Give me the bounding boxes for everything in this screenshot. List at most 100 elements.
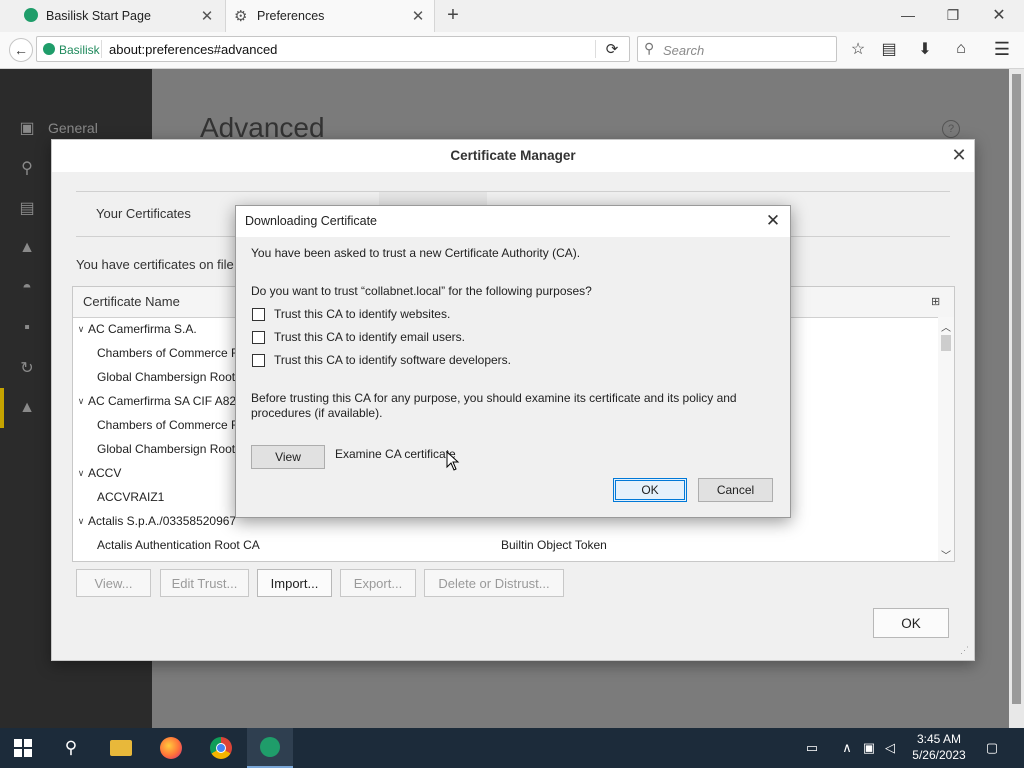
close-icon[interactable]: ✕ (950, 145, 968, 165)
downloads-icon[interactable]: ⬇ (914, 38, 936, 60)
chevron-down-icon[interactable]: ∨ (75, 324, 87, 335)
lock-icon: ▪ (24, 319, 30, 336)
reload-icon[interactable]: ⟳ (601, 38, 623, 60)
rocket-icon: ▲ (19, 239, 35, 256)
row-name: Actalis S.p.A./03358520967 (88, 514, 237, 528)
checkbox-box[interactable] (252, 330, 265, 344)
trust-software-checkbox[interactable]: Trust this CA to identify software devel… (252, 352, 511, 368)
arrow-left-icon: ← (14, 42, 28, 58)
view-ca-button[interactable]: View (251, 445, 325, 469)
url-text[interactable]: about:preferences#advanced (109, 42, 277, 57)
reading-list-icon[interactable]: ▤ (878, 38, 900, 60)
gear-icon: ⚙ (234, 8, 248, 25)
keyboard-icon[interactable]: ▭ (800, 738, 824, 758)
view-ca-description: Examine CA certificate (335, 447, 456, 461)
network-icon[interactable]: ▣ (860, 738, 878, 758)
row-name: AC Camerfirma S.A. (88, 322, 197, 336)
row-name: Chambers of Commerce R (97, 346, 240, 360)
dialog-advice-text: Before trusting this CA for any purpose,… (251, 391, 737, 420)
row-name: Global Chambersign Root (97, 442, 236, 456)
home-icon[interactable]: ⌂ (950, 38, 972, 60)
row-name: Global Chambersign Root (97, 370, 236, 384)
dialog-question-text: Do you want to trust “collabnet.local” f… (251, 284, 592, 298)
search-icon: ⚲ (644, 40, 655, 56)
identity-separator (101, 40, 102, 58)
column-picker-icon[interactable]: ⊞ (931, 295, 940, 308)
checkbox-label: Trust this CA to identify software devel… (274, 353, 511, 367)
menu-hamburger-icon[interactable]: ☰ (991, 38, 1013, 60)
back-button[interactable]: ← (9, 38, 33, 62)
chevron-down-icon[interactable]: ∨ (75, 516, 87, 527)
trust-email-checkbox[interactable]: Trust this CA to identify email users. (252, 329, 465, 345)
basilisk-logo-icon (43, 43, 55, 55)
view-button[interactable]: View... (76, 569, 151, 597)
url-separator (595, 40, 596, 58)
row-name: ACCV (88, 466, 122, 480)
dialog-title: Downloading Certificate (245, 214, 378, 228)
ok-button[interactable]: OK (873, 608, 949, 638)
tab-label: Basilisk Start Page (46, 9, 151, 23)
windows-start-icon[interactable] (0, 728, 46, 768)
basilisk-logo-icon (24, 8, 38, 22)
certificates-description: You have certificates on file (76, 257, 234, 272)
close-icon[interactable]: ✕ (764, 211, 782, 230)
tab-divider (76, 191, 950, 192)
new-tab-button[interactable]: + (443, 4, 463, 26)
chrome-icon[interactable] (198, 728, 244, 768)
close-icon[interactable]: ✕ (200, 8, 214, 25)
search-icon: ⚲ (21, 160, 33, 177)
minimize-button[interactable]: — (885, 0, 931, 30)
ok-button[interactable]: OK (613, 478, 687, 502)
import-button[interactable]: Import... (257, 569, 332, 597)
window-close-button[interactable]: ✕ (976, 0, 1022, 30)
edit-trust-button[interactable]: Edit Trust... (160, 569, 249, 597)
row-name: AC Camerfirma SA CIF A8274 (88, 394, 250, 408)
clock-time: 3:45 AM (916, 732, 962, 746)
bookmark-star-icon[interactable]: ☆ (847, 38, 869, 60)
search-input[interactable]: Search (663, 43, 704, 58)
chevron-down-icon[interactable]: ∨ (75, 396, 87, 407)
row-name: Actalis Authentication Root CA (97, 538, 260, 552)
tree-scrollbar[interactable]: ︿ ﹀ (938, 317, 954, 561)
general-icon: ▣ (19, 120, 35, 137)
dialog-intro-text: You have been asked to trust a new Certi… (251, 246, 581, 260)
delete-or-distrust-button[interactable]: Delete or Distrust... (424, 569, 564, 597)
sync-icon: ↻ (20, 360, 34, 377)
tab-basilisk-start-page[interactable]: Basilisk Start Page ✕ (0, 0, 224, 32)
basilisk-taskbar-icon[interactable] (247, 728, 293, 768)
chevron-down-icon[interactable]: ﹀ (941, 547, 951, 561)
scrollbar-thumb[interactable] (1012, 74, 1021, 704)
chevron-up-icon[interactable]: ︿ (941, 319, 951, 334)
chevron-up-icon[interactable]: ∧ (838, 738, 856, 758)
checkbox-box[interactable] (252, 307, 265, 321)
row-name: ACCVRAIZ1 (97, 490, 165, 504)
volume-muted-icon[interactable]: ◁ (881, 738, 899, 758)
search-icon[interactable]: ⚲ (48, 728, 94, 768)
taskbar-clock[interactable]: 3:45 AM 5/26/2023 (900, 731, 978, 763)
row-device: Builtin Object Token (501, 538, 607, 552)
column-certificate-name[interactable]: Certificate Name (83, 294, 180, 309)
maximize-button[interactable]: ❐ (930, 0, 976, 30)
checkbox-label: Trust this CA to identify email users. (274, 330, 465, 344)
scrollbar-thumb[interactable] (941, 335, 951, 351)
export-button[interactable]: Export... (340, 569, 416, 597)
tab-preferences[interactable]: ⚙ Preferences ✕ (225, 0, 435, 32)
page-scrollbar[interactable] (1009, 69, 1024, 728)
resize-grip-icon[interactable]: ⋰ (960, 645, 969, 656)
content-icon: ▤ (19, 200, 35, 217)
identity-label: Basilisk (59, 43, 100, 57)
cancel-button[interactable]: Cancel (698, 478, 773, 502)
notification-icon[interactable]: ▢ (982, 738, 1002, 758)
trust-websites-checkbox[interactable]: Trust this CA to identify websites. (252, 306, 450, 322)
checkbox-box[interactable] (252, 353, 265, 367)
help-icon[interactable]: ? (942, 120, 960, 138)
checkbox-label: Trust this CA to identify websites. (274, 307, 451, 321)
file-explorer-icon[interactable] (98, 728, 144, 768)
tab-your-certificates[interactable]: Your Certificates (96, 190, 191, 236)
clock-date: 5/26/2023 (912, 748, 966, 762)
close-icon[interactable]: ✕ (411, 8, 425, 25)
chevron-down-icon[interactable]: ∨ (75, 468, 87, 479)
tree-row[interactable]: Actalis Authentication Root CA Builtin O… (73, 533, 954, 557)
firefox-icon[interactable] (148, 728, 194, 768)
downloading-certificate-dialog: Downloading Certificate ✕ You have been … (235, 205, 791, 518)
